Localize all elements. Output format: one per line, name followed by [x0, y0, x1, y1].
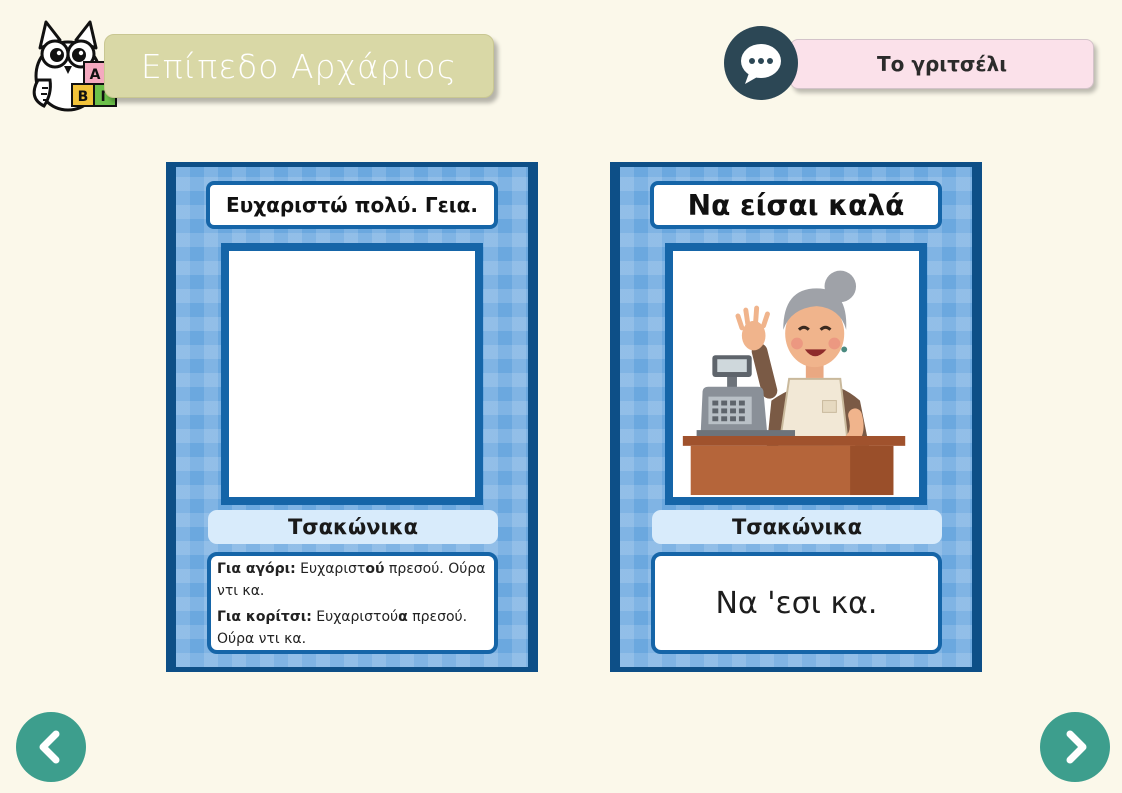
next-button[interactable]	[1040, 712, 1110, 782]
card-title: Να είσαι καλά	[650, 181, 942, 229]
translation-girl: Για κορίτσι: Ευχαριστούα πρεσού. Ούρα ντ…	[217, 609, 468, 647]
card-translation-box: Για αγόρι: Ευχαριστού πρεσού. Ούρα ντι κ…	[207, 552, 498, 654]
translation-girl-label: Για κορίτσι:	[217, 609, 312, 625]
cashier-illustration	[665, 243, 927, 505]
topic-label: Το γριτσέλι	[877, 52, 1007, 76]
previous-button[interactable]	[16, 712, 86, 782]
card-image-placeholder	[221, 243, 483, 505]
chat-bubble-icon	[741, 44, 781, 84]
phrase-card-2[interactable]: Να είσαι καλά Τσακώνικα Να 'εσι κα.	[610, 162, 982, 672]
chevron-right-icon	[1066, 730, 1087, 764]
topic-button[interactable]: Το γριτσέλι	[790, 39, 1094, 89]
translation-boy: Για αγόρι: Ευχαριστού πρεσού. Ούρα ντι κ…	[217, 561, 486, 599]
translation-boy-label: Για αγόρι:	[217, 561, 296, 577]
card-language-label: Τσακώνικα	[208, 510, 498, 544]
logo-block-b: Β	[78, 89, 89, 105]
chevron-left-icon	[39, 730, 60, 764]
level-label: Επίπεδο Αρχάριος	[140, 46, 458, 86]
card-translation-box: Να 'εσι κα.	[651, 552, 942, 654]
phrase-card-1[interactable]: Ευχαριστώ πολύ. Γεια. Τσακώνικα Για αγόρ…	[166, 162, 538, 672]
cashier-woman-illustration	[682, 270, 906, 496]
level-banner: Επίπεδο Αρχάριος	[104, 34, 494, 98]
card-language-label: Τσακώνικα	[652, 510, 942, 544]
chat-button[interactable]	[724, 26, 798, 100]
card-title: Ευχαριστώ πολύ. Γεια.	[206, 181, 498, 229]
logo-block-a: Α	[90, 67, 101, 83]
translation-text: Να 'εσι κα.	[715, 585, 878, 621]
